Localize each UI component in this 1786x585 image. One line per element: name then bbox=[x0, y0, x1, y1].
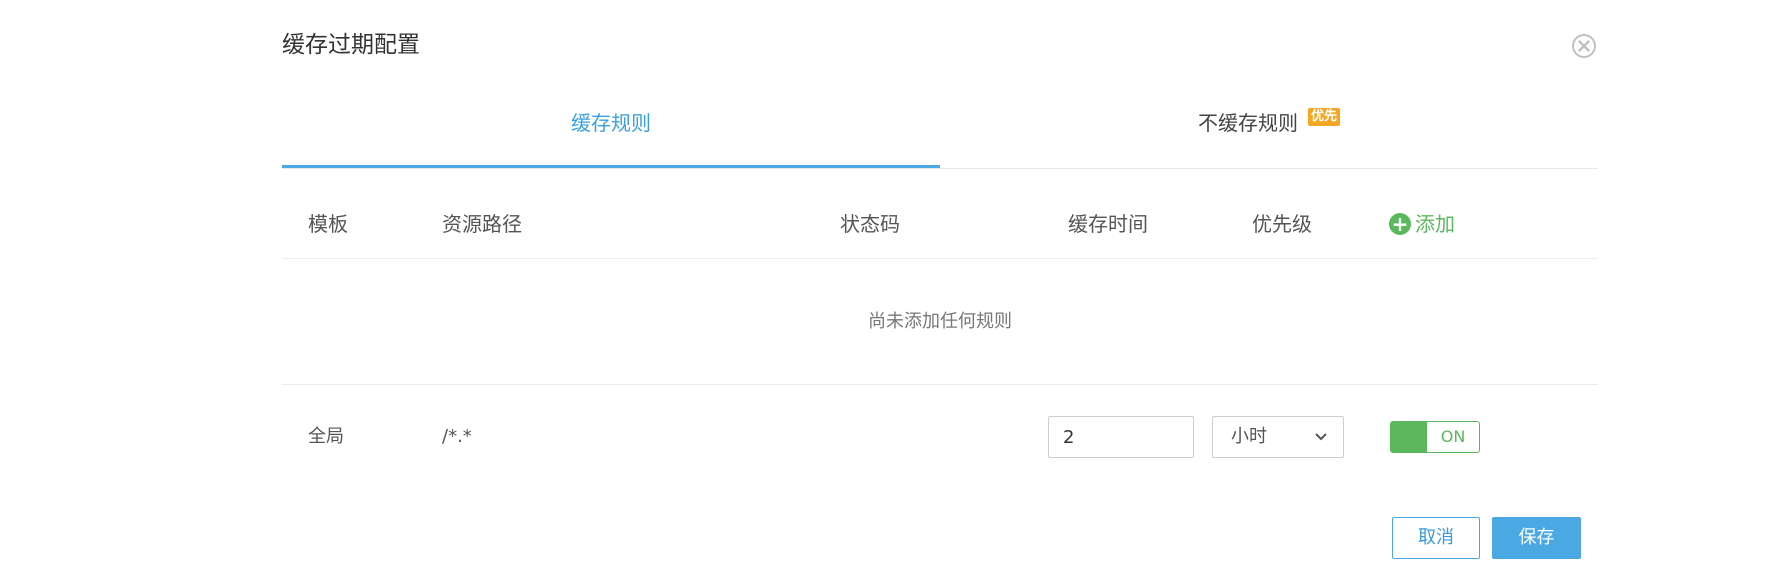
close-button[interactable] bbox=[1570, 32, 1598, 60]
chevron-down-icon bbox=[1315, 433, 1327, 441]
empty-state: 尚未添加任何规则 bbox=[282, 259, 1598, 385]
plus-circle-icon: + bbox=[1389, 212, 1411, 235]
column-header-status-code: 状态码 bbox=[840, 212, 900, 236]
global-path-cell: /*.* bbox=[442, 426, 472, 447]
cancel-button[interactable]: 取消 bbox=[1392, 517, 1480, 559]
empty-state-text: 尚未添加任何规则 bbox=[868, 311, 1012, 332]
tab-no-cache-rules[interactable]: 不缓存规则 优先 bbox=[940, 92, 1598, 168]
time-unit-value: 小时 bbox=[1231, 426, 1267, 447]
rule-tabs: 缓存规则 不缓存规则 优先 bbox=[282, 92, 1598, 169]
column-header-template: 模板 bbox=[308, 212, 348, 236]
table-row: 全局 /*.* 小时 ON bbox=[282, 385, 1598, 489]
column-header-path: 资源路径 bbox=[442, 212, 522, 236]
table-header: 模板 资源路径 状态码 缓存时间 优先级 + 添加 bbox=[282, 190, 1598, 259]
priority-badge: 优先 bbox=[1307, 108, 1340, 126]
toggle-knob bbox=[1391, 422, 1427, 452]
tab-cache-rules[interactable]: 缓存规则 bbox=[282, 92, 940, 168]
cache-time-input[interactable] bbox=[1048, 416, 1194, 458]
time-unit-select[interactable]: 小时 bbox=[1212, 416, 1344, 458]
cache-expiry-dialog: 缓存过期配置 缓存规则 不缓存规则 优先 模板 资源路径 状态码 缓存时间 优先级… bbox=[0, 0, 1786, 585]
add-rule-label: 添加 bbox=[1415, 212, 1455, 236]
column-header-cache-time: 缓存时间 bbox=[1068, 212, 1148, 236]
global-rule-toggle[interactable]: ON bbox=[1390, 421, 1480, 453]
add-rule-button[interactable]: + 添加 bbox=[1389, 190, 1455, 258]
dialog-title: 缓存过期配置 bbox=[282, 32, 420, 58]
global-template-cell: 全局 bbox=[308, 426, 344, 447]
save-button[interactable]: 保存 bbox=[1492, 517, 1581, 559]
column-header-priority: 优先级 bbox=[1252, 212, 1312, 236]
close-circle-icon bbox=[1572, 34, 1596, 58]
toggle-label: ON bbox=[1440, 427, 1466, 446]
tab-cache-rules-label: 缓存规则 bbox=[571, 111, 651, 135]
tab-no-cache-rules-label: 不缓存规则 bbox=[1197, 111, 1298, 135]
